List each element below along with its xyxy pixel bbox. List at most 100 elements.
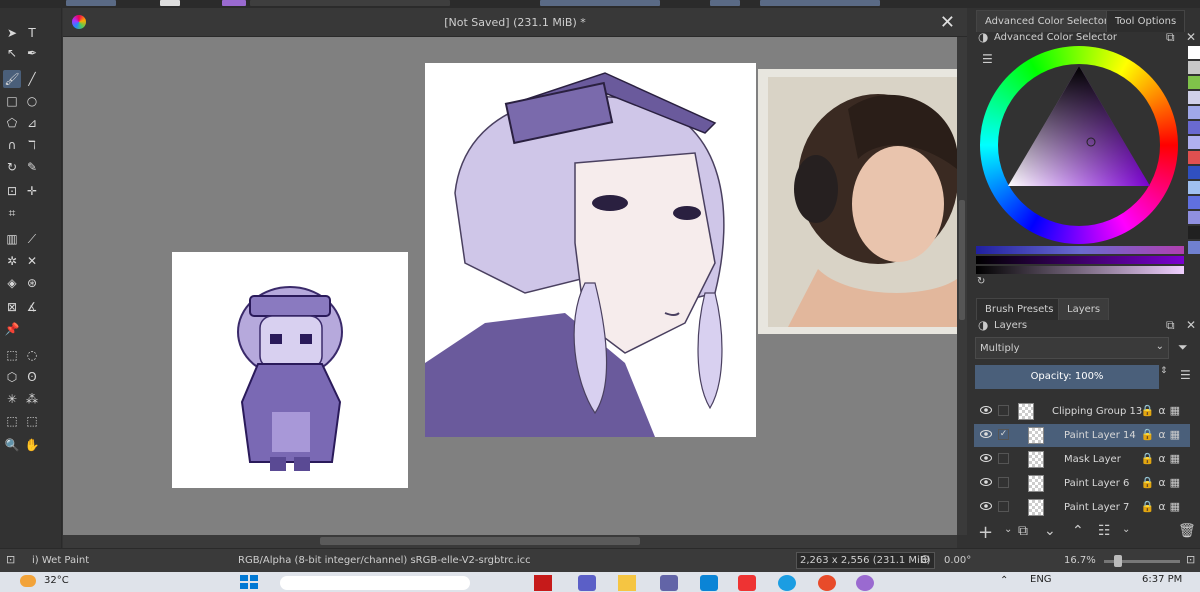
select-arrow-icon[interactable]: ➤	[3, 24, 21, 42]
delete-layer-icon[interactable]: 🗑	[1178, 523, 1196, 539]
rect-select-icon[interactable]: ⬚	[3, 346, 21, 364]
layer-checkbox[interactable]: ✓	[998, 429, 1009, 440]
main-artwork[interactable]	[425, 63, 756, 437]
layer-menu-icon[interactable]: ☰	[1180, 368, 1191, 382]
rotation-icon[interactable]: ⊖	[920, 552, 930, 566]
zoom-slider-handle[interactable]	[1114, 555, 1122, 567]
color-swatch[interactable]	[1188, 226, 1200, 239]
taskbar-search-box[interactable]	[280, 576, 470, 590]
freehand-select-icon[interactable]: ʘ	[23, 368, 41, 386]
visibility-eye-icon[interactable]	[980, 501, 992, 511]
fill-tool-icon[interactable]: ◈	[3, 274, 21, 292]
text-tool-icon[interactable]: T	[23, 24, 41, 42]
measure-tool-icon[interactable]: ∡	[23, 298, 41, 316]
visibility-eye-icon[interactable]	[980, 453, 992, 463]
assistant-icon[interactable]: ⊠	[3, 298, 21, 316]
add-layer-dropdown-icon[interactable]: ⌄	[1004, 524, 1012, 535]
chibi-reference-image[interactable]	[172, 252, 408, 488]
tab-advanced-color-selector[interactable]: Advanced Color Selector	[976, 10, 1117, 32]
polygon-select-icon[interactable]: ⬡	[3, 368, 21, 386]
panel-close-icon[interactable]: ✕	[1186, 30, 1196, 44]
color-swatch[interactable]	[1188, 166, 1200, 179]
hue-slider[interactable]	[976, 246, 1184, 254]
tab-brush-presets[interactable]: Brush Presets	[976, 298, 1063, 320]
brush-preset-icon[interactable]: ⊡	[6, 553, 15, 566]
magnetic-select-icon[interactable]: ⬚	[23, 412, 41, 430]
refresh-icon[interactable]: ↻	[977, 276, 985, 287]
blend-mode-select[interactable]: Multiply ⌄	[975, 337, 1169, 359]
color-swatch[interactable]	[1188, 121, 1200, 134]
contiguous-select-icon[interactable]: ✳	[3, 390, 21, 408]
toolbar-chip[interactable]	[540, 0, 660, 6]
assistant-tool-icon[interactable]: ✕	[23, 252, 41, 270]
layer-row[interactable]: Clipping Group 13 🔒α▦	[974, 400, 1190, 423]
transform-tool-icon[interactable]: ⊡	[3, 182, 21, 200]
file-explorer-icon[interactable]	[618, 575, 636, 591]
panel-detach-icon[interactable]: ⧉	[1166, 318, 1175, 333]
app-icon-copilot[interactable]	[578, 575, 596, 591]
color-swatch[interactable]	[1188, 151, 1200, 164]
brush-tool-icon[interactable]: 🖌	[3, 70, 21, 88]
visibility-eye-icon[interactable]	[980, 477, 992, 487]
color-swatch[interactable]	[1188, 76, 1200, 89]
color-swatch[interactable]	[1188, 61, 1200, 74]
properties-dropdown-icon[interactable]: ⌄	[1122, 524, 1130, 535]
layer-properties-icon[interactable]: ☷	[1098, 523, 1111, 539]
color-swatch[interactable]	[1188, 106, 1200, 119]
canvas-area[interactable]	[63, 37, 957, 535]
layer-lock-alpha-icons[interactable]: 🔒α▦	[1141, 452, 1184, 465]
opacity-stepper[interactable]: ⇕	[1160, 366, 1168, 376]
polyline-tool-icon[interactable]: ⊿	[23, 114, 41, 132]
multibrush-icon[interactable]: ✎	[23, 158, 41, 176]
toolbar-chip[interactable]	[66, 0, 116, 6]
gradient-tool-icon[interactable]: ▥	[3, 230, 21, 248]
toolbar-chip[interactable]	[250, 0, 450, 6]
add-layer-icon[interactable]: +	[978, 522, 993, 543]
edge-icon[interactable]	[778, 575, 796, 591]
layer-row[interactable]: ✓ Paint Layer 14 🔒α▦	[974, 424, 1190, 447]
tab-layers[interactable]: Layers	[1058, 298, 1110, 320]
app-icon-red[interactable]	[738, 575, 756, 591]
line-tool-icon[interactable]: ╱	[23, 70, 41, 88]
dynamic-brush-icon[interactable]: ↻	[3, 158, 21, 176]
toolbar-chip[interactable]	[710, 0, 740, 6]
edit-shapes-icon[interactable]: ↖	[3, 44, 21, 62]
pan-tool-icon[interactable]: ✋	[23, 436, 41, 454]
layer-lock-alpha-icons[interactable]: 🔒α▦	[1141, 500, 1184, 513]
photo-reference-image[interactable]	[758, 69, 957, 334]
calligraphy-icon[interactable]: ✒	[23, 44, 41, 62]
similar-select-icon[interactable]: ⁂	[23, 390, 41, 408]
color-swatch[interactable]	[1188, 241, 1200, 254]
layer-lock-alpha-icons[interactable]: 🔒α▦	[1141, 428, 1184, 441]
opacity-slider[interactable]: Opacity: 100%	[975, 365, 1159, 389]
layer-checkbox[interactable]	[998, 453, 1009, 464]
weather-icon[interactable]	[20, 575, 36, 587]
layer-lock-alpha-icons[interactable]: 🔒α▦	[1141, 476, 1184, 489]
color-swatch[interactable]	[1188, 196, 1200, 209]
close-document-button[interactable]: ✕	[940, 12, 955, 33]
image-dimensions[interactable]: 2,263 x 2,556 (231.1 MiB)	[796, 552, 935, 569]
ellipse-tool-icon[interactable]: ○	[23, 92, 41, 110]
saturation-value-triangle[interactable]	[980, 46, 1178, 244]
horizontal-scroll-thumb[interactable]	[320, 537, 640, 545]
language-indicator[interactable]: ENG	[1030, 574, 1052, 585]
move-layer-down-icon[interactable]: ⌄	[1044, 523, 1056, 539]
vertical-scroll-thumb[interactable]	[959, 200, 965, 320]
layer-row[interactable]: Mask Layer 🔒α▦	[974, 448, 1190, 471]
chrome-icon[interactable]	[818, 575, 836, 591]
freehand-path-icon[interactable]: ℸ	[23, 136, 41, 154]
zoom-tool-icon[interactable]: 🔍	[3, 436, 21, 454]
start-menu-icon[interactable]	[240, 575, 258, 589]
panel-float-icon[interactable]: ◑	[978, 318, 988, 332]
zoom-menu-icon[interactable]: ⊡	[1186, 553, 1195, 566]
app-icon-m[interactable]	[534, 575, 552, 591]
layer-checkbox[interactable]	[998, 477, 1009, 488]
filter-icon[interactable]: ⏷	[1178, 340, 1188, 355]
reference-pin-icon[interactable]: 📌	[3, 320, 21, 338]
duplicate-layer-icon[interactable]: ⧉	[1018, 523, 1028, 539]
layer-row[interactable]: Paint Layer 7 🔒α▦	[974, 496, 1190, 519]
color-swatch[interactable]	[1188, 46, 1200, 59]
polygon-tool-icon[interactable]: ⬠	[3, 114, 21, 132]
tray-chevron-icon[interactable]: ⌃	[1000, 575, 1008, 586]
layer-lock-alpha-icons[interactable]: 🔒α▦	[1141, 404, 1184, 417]
